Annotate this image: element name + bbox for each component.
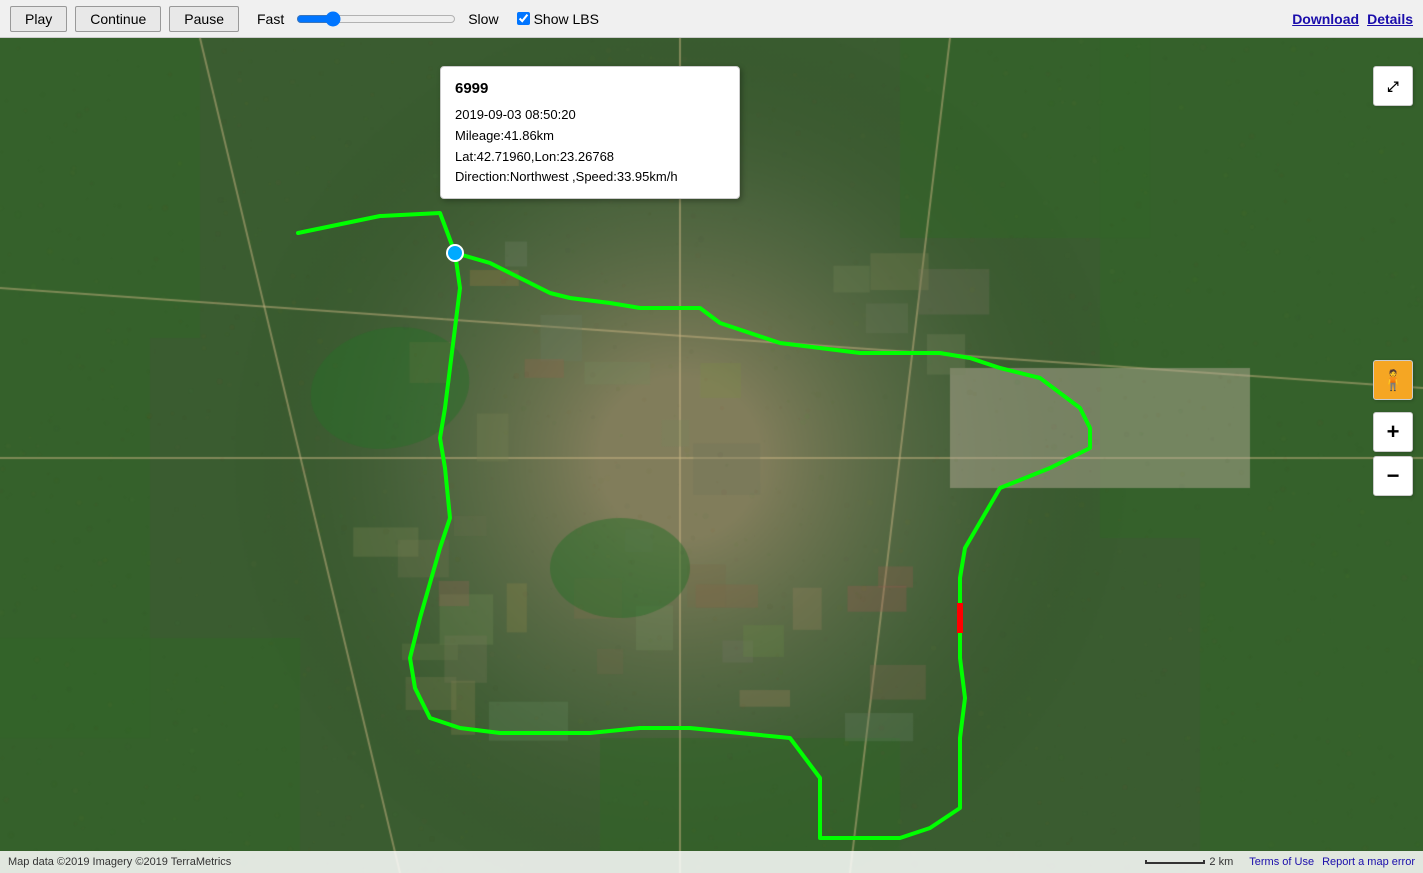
map-attribution: Map data ©2019 Imagery ©2019 TerraMetric… <box>0 851 1423 873</box>
show-lbs-checkbox[interactable] <box>517 12 530 25</box>
scale-line <box>1145 860 1205 864</box>
popup-latlon: Lat:42.71960,Lon:23.26768 <box>455 147 725 168</box>
slow-label: Slow <box>468 11 498 27</box>
fullscreen-button[interactable]: ⤢ <box>1373 66 1413 106</box>
continue-button[interactable]: Continue <box>75 6 161 32</box>
attribution-links: Terms of Use Report a map error <box>1249 856 1415 868</box>
fast-label: Fast <box>257 11 284 27</box>
popup-id: 6999 <box>455 77 725 101</box>
scale-bar: 2 km <box>1145 856 1233 868</box>
show-lbs-container: Show LBS <box>517 11 599 27</box>
popup-direction-speed: Direction:Northwest ,Speed:33.95km/h <box>455 167 725 188</box>
pause-button[interactable]: Pause <box>169 6 239 32</box>
terms-link[interactable]: Terms of Use <box>1249 856 1314 868</box>
play-button[interactable]: Play <box>10 6 67 32</box>
attribution-text: Map data ©2019 Imagery ©2019 TerraMetric… <box>8 856 231 868</box>
zoom-in-button[interactable]: + <box>1373 412 1413 452</box>
speed-slider[interactable] <box>296 11 456 27</box>
download-link[interactable]: Download <box>1292 11 1359 27</box>
toolbar: Play Continue Pause Fast Slow Show LBS D… <box>0 0 1423 38</box>
street-view-button[interactable]: 🧍 <box>1373 360 1413 400</box>
info-popup: 6999 2019-09-03 08:50:20 Mileage:41.86km… <box>440 66 740 199</box>
show-lbs-label: Show LBS <box>534 11 599 27</box>
map-container[interactable]: 6999 2019-09-03 08:50:20 Mileage:41.86km… <box>0 38 1423 873</box>
map-controls: ⤢ 🧍 + − <box>1373 66 1413 496</box>
popup-mileage: Mileage:41.86km <box>455 126 725 147</box>
scale-label: 2 km <box>1209 856 1233 868</box>
report-link[interactable]: Report a map error <box>1322 856 1415 868</box>
zoom-out-button[interactable]: − <box>1373 456 1413 496</box>
details-link[interactable]: Details <box>1367 11 1413 27</box>
popup-datetime: 2019-09-03 08:50:20 <box>455 105 725 126</box>
